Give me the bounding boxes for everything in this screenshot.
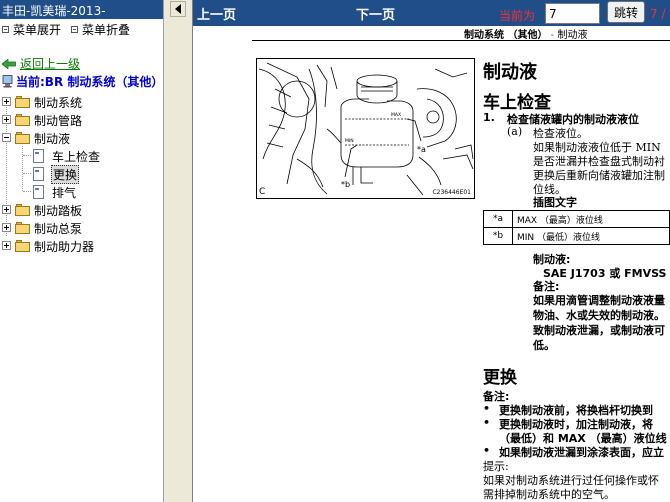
document-icon [33, 149, 44, 163]
document-icon [33, 185, 44, 199]
sidebar: 丰田-凯美瑞-2013- 菜单展开 菜单折叠 返回上一级 当前:BR 制动系统（其… [0, 0, 163, 502]
current-location: 当前:BR 制动系统（其他） [2, 73, 163, 90]
page-total: 7 / [650, 7, 666, 21]
note-line: 物油、水或失效的制动液。 [533, 309, 665, 322]
section-title-replacement: 更换 [483, 368, 517, 388]
menu-collapse-button[interactable]: 菜单折叠 [71, 21, 130, 38]
legend-table: *a MAX （最高）液位线 *b MIN （最低）液位线 [483, 210, 670, 245]
figure-corner-label: C [259, 187, 266, 197]
legend-row: *b MIN （最低）液位线 [483, 227, 670, 245]
tree-item-brake-pedal[interactable]: 制动踏板 [0, 200, 163, 218]
sidebar-title: 丰田-凯美瑞-2013- [0, 0, 163, 19]
callout-b: *b [341, 180, 350, 189]
bullet-marker: • [483, 416, 491, 429]
folder-icon [15, 114, 31, 126]
expand-toggle-icon[interactable] [2, 223, 11, 232]
tree-item-label: 车上检查 [52, 150, 101, 164]
page-number-input[interactable] [545, 3, 600, 24]
figure-code: C236446E01 [432, 189, 471, 196]
expand-toggle-icon[interactable] [2, 115, 11, 124]
step-number: 1. [483, 111, 495, 124]
tree-item-label: 制动管路 [34, 114, 83, 128]
page-navigation-bar: 上一页 下一页 当前为 跳转 7 / [193, 0, 670, 26]
tree-item-label: 制动踏板 [34, 204, 83, 218]
go-button[interactable]: 跳转 [607, 1, 645, 23]
section-title-inspection: 车上检查 [483, 93, 551, 113]
menu-toolbar: 菜单展开 菜单折叠 [0, 19, 163, 39]
back-link-label: 返回上一级 [20, 57, 81, 71]
legend-title: 插图文字 [533, 196, 577, 209]
legend-key: *b [483, 227, 513, 245]
page-number-label: 当前为 [499, 9, 536, 23]
legend-row: *a MAX （最高）液位线 [483, 210, 670, 228]
nav-tree: 制动系统 制动管路 制动液 车上检查 更换 排气 制动踏板 制动总泵 制动助力器 [0, 92, 163, 254]
max-line-tag: MAX [391, 112, 401, 118]
tree-item-master-cylinder[interactable]: 制动总泵 [0, 218, 163, 236]
tree-item-label: 制动总泵 [34, 222, 83, 236]
document-icon [33, 167, 44, 181]
legend-key: *a [483, 210, 513, 228]
expand-toggle-icon[interactable] [2, 205, 11, 214]
folder-icon [15, 204, 31, 216]
page-title: 制动液 [483, 62, 537, 83]
folder-icon [15, 240, 31, 252]
bullet-text: 如果制动液泄漏到涂漆表面，应立 [499, 446, 664, 459]
header-rule [252, 40, 670, 41]
note-line: 如果用滴管调整制动液液量 [533, 294, 665, 307]
collapse-toggle-icon[interactable] [2, 133, 11, 142]
tree-item-label: 制动系统 [34, 96, 83, 110]
next-page-button[interactable]: 下一页 [356, 4, 395, 23]
min-line-tag: MIN [345, 138, 354, 144]
engine-bay-drawing: MAX MIN *a *b [258, 62, 474, 196]
menu-expand-label: 菜单展开 [13, 23, 62, 37]
content-pane: 上一页 下一页 当前为 跳转 7 / 制动系统 （其他） - 制动液 [193, 0, 670, 502]
tree-item-bleeding[interactable]: 排气 [0, 182, 163, 200]
back-arrow-icon [2, 59, 16, 69]
tree-item-brake-lines[interactable]: 制动管路 [0, 110, 163, 128]
tree-item-replacement[interactable]: 更换 [0, 164, 163, 184]
tree-item-label: 制动液 [34, 132, 71, 146]
callout-a: *a [417, 145, 426, 154]
menu-expand-button[interactable]: 菜单展开 [2, 21, 61, 38]
bullet-marker: • [483, 444, 491, 457]
legend-value: MIN （最低）液位线 [511, 227, 670, 245]
note-line: 低。 [533, 339, 555, 352]
bullet-marker: • [483, 402, 491, 415]
computer-icon [2, 75, 13, 88]
tree-item-brake-booster[interactable]: 制动助力器 [0, 236, 163, 254]
reservoir-illustration: MAX MIN *a *b C C236446E01 [256, 58, 475, 199]
legend-value: MAX （最高）液位线 [511, 210, 670, 228]
breadcrumb: 制动系统 （其他） - 制动液 [464, 26, 587, 41]
manual-document: 制动系统 （其他） - 制动液 MAX MIN *a *b C C236446E… [193, 26, 670, 502]
note-line: 致制动液泄漏，或制动液可 [533, 324, 665, 337]
expand-toggle-icon[interactable] [2, 241, 11, 250]
menu-collapse-label: 菜单折叠 [82, 23, 131, 37]
folder-open-icon [15, 132, 31, 144]
tree-item-label: 排气 [52, 186, 77, 200]
tree-item-brake-system[interactable]: 制动系统 [0, 92, 163, 110]
fluid-spec: SAE J1703 或 FMVSS N [543, 267, 670, 280]
back-link[interactable]: 返回上一级 [2, 55, 80, 72]
tree-item-label: 制动助力器 [34, 240, 95, 254]
hint-line: 需排掉制动系统中的空气。 [483, 488, 615, 501]
expand-toggle-icon[interactable] [2, 97, 11, 106]
collapse-sidebar-icon[interactable] [170, 1, 186, 17]
current-location-label: 当前:BR 制动系统（其他） [16, 75, 163, 89]
folder-icon [15, 96, 31, 108]
tree-item-brake-fluid[interactable]: 制动液 [0, 128, 163, 146]
prev-page-button[interactable]: 上一页 [197, 4, 236, 23]
folder-icon [15, 222, 31, 234]
pane-splitter[interactable] [163, 0, 193, 502]
collapse-icon [71, 26, 79, 33]
expand-icon [2, 26, 9, 33]
tree-item-onvehicle-inspection[interactable]: 车上检查 [0, 146, 163, 164]
substep-label: (a) [507, 125, 523, 138]
